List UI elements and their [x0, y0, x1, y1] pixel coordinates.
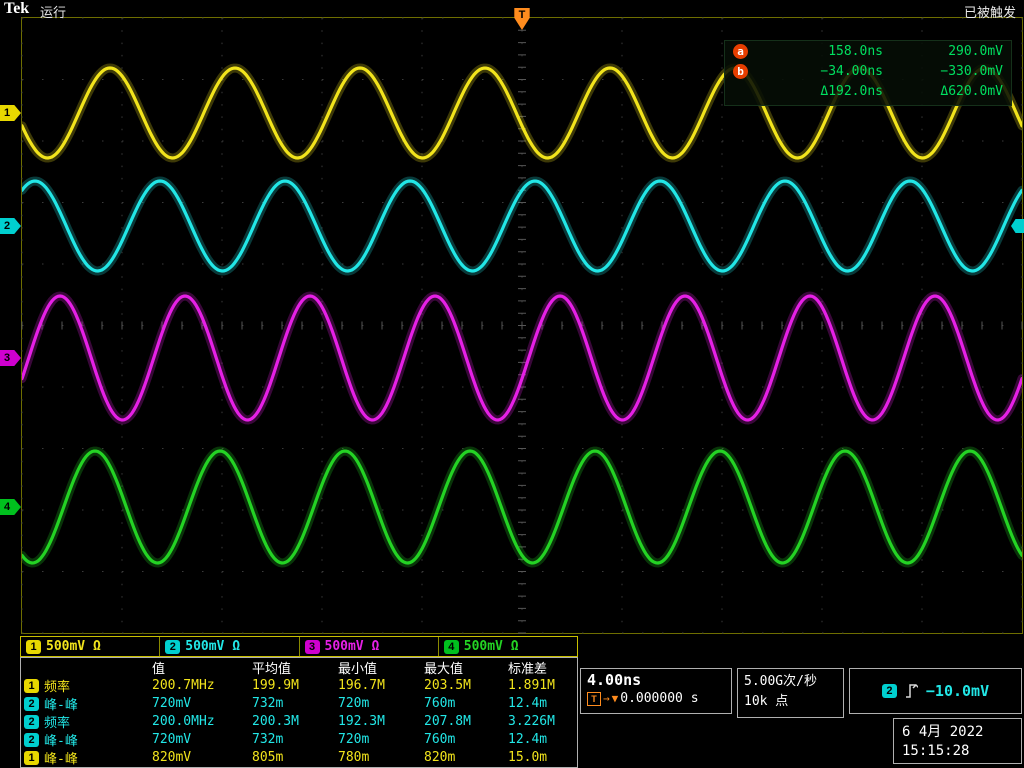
channel-4-scale-readout[interactable]: 4 500mV Ω [439, 637, 577, 656]
tek-logo: Tek [4, 0, 29, 18]
col-max: 最大值 [424, 658, 508, 677]
cursor-delta-time: Δ192.0ns [754, 84, 883, 99]
measurement-value: 720mV [152, 696, 252, 711]
channel-2-badge: 2 [24, 697, 39, 711]
measurement-name: 峰-峰 [44, 694, 78, 713]
measurement-row: 2 频率 200.0MHz200.3M192.3M207.8M3.226M [21, 712, 577, 730]
measurement-min: 196.7M [338, 678, 424, 693]
acquisition-readout[interactable]: 5.00G次/秒 10k 点 [737, 668, 844, 718]
trigger-t-icon: T [587, 692, 601, 706]
trigger-readout[interactable]: 2 −10.0mV [849, 668, 1022, 714]
channel-1-scale-readout[interactable]: 1 500mV Ω [21, 637, 160, 656]
cursor-b-icon: b [733, 64, 748, 79]
col-std: 标准差 [508, 658, 574, 677]
measurement-min: 780m [338, 750, 424, 765]
measurement-std: 12.4m [508, 696, 574, 711]
channel-2-scale-readout[interactable]: 2 500mV Ω [160, 637, 299, 656]
channel-3-badge: 3 [305, 640, 320, 654]
measurement-mean: 732m [252, 732, 338, 747]
measurement-max: 760m [424, 732, 508, 747]
channel-1-scale: 500mV Ω [46, 639, 101, 654]
measurement-min: 720m [338, 696, 424, 711]
cursor-delta-volt: Δ620.0mV [883, 84, 1003, 99]
measurement-max: 820m [424, 750, 508, 765]
measurement-value: 820mV [152, 750, 252, 765]
measurement-mean: 805m [252, 750, 338, 765]
measurement-name: 峰-峰 [44, 730, 78, 749]
channel-1-badge: 1 [24, 751, 39, 765]
trigger-level: −10.0mV [926, 682, 989, 700]
measurement-rows: 1 频率 200.7MHz199.9M196.7M203.5M1.891M 2 峰-峰 7… [21, 676, 577, 766]
triggered-status: 已被触发 [964, 2, 1016, 21]
cursor-readout: a 158.0ns 290.0mV b −34.00ns −330.0mV Δ1… [724, 40, 1012, 106]
channel-1-badge: 1 [24, 679, 39, 693]
channel-4-badge: 4 [444, 640, 459, 654]
measurement-std: 15.0m [508, 750, 574, 765]
measurement-value: 720mV [152, 732, 252, 747]
channel-2-badge: 2 [165, 640, 180, 654]
cursor-b-volt: −330.0mV [883, 64, 1003, 79]
measurement-mean: 199.9M [252, 678, 338, 693]
channel-3-scale-readout[interactable]: 3 500mV Ω [300, 637, 439, 656]
datetime-readout: 6 4月 2022 15:15:28 [893, 718, 1022, 764]
trigger-source-badge: 2 [882, 684, 897, 698]
col-mean: 平均值 [252, 658, 338, 677]
channel-1-badge: 1 [26, 640, 41, 654]
channel-2-scale: 500mV Ω [185, 639, 240, 654]
channel-3-scale: 500mV Ω [325, 639, 380, 654]
down-triangle-icon: ▼ [612, 692, 619, 705]
sample-rate: 5.00G次/秒 [744, 672, 837, 692]
measurement-mean: 200.3M [252, 714, 338, 729]
cursor-a-volt: 290.0mV [883, 44, 1003, 59]
rising-edge-icon [905, 682, 918, 700]
measurement-std: 1.891M [508, 678, 574, 693]
measurement-min: 192.3M [338, 714, 424, 729]
measurement-std: 12.4m [508, 732, 574, 747]
measurement-name: 频率 [44, 676, 70, 695]
measurement-row: 2 峰-峰 720mV732m720m760m12.4m [21, 694, 577, 712]
measurement-table: 值 平均值 最小值 最大值 标准差 1 频率 200.7MHz199.9M196.7… [20, 657, 578, 768]
cursor-a-time: 158.0ns [754, 44, 883, 59]
measurement-row: 2 峰-峰 720mV732m720m760m12.4m [21, 730, 577, 748]
measurement-std: 3.226M [508, 714, 574, 729]
timebase-position: 0.000000 s [620, 691, 698, 706]
timebase-readout[interactable]: 4.00ns T → ▼ 0.000000 s [580, 668, 732, 714]
measurement-max: 760m [424, 696, 508, 711]
channel-4-scale: 500mV Ω [464, 639, 519, 654]
measurement-name: 频率 [44, 712, 70, 731]
measurement-min: 720m [338, 732, 424, 747]
measurement-value: 200.7MHz [152, 678, 252, 693]
oscilloscope-screen: Tek 运行 已被触发 T 1 2 3 4 a 158.0ns 290.0mV b −… [0, 0, 1024, 768]
arrow-icon: → [603, 692, 610, 705]
measurement-row: 1 频率 200.7MHz199.9M196.7M203.5M1.891M [21, 676, 577, 694]
col-value: 值 [152, 658, 252, 677]
measurement-max: 207.8M [424, 714, 508, 729]
cursor-b-time: −34.00ns [754, 64, 883, 79]
measurement-header-row: 值 平均值 最小值 最大值 标准差 [21, 658, 577, 676]
measurement-name: 峰-峰 [44, 748, 78, 767]
cursor-a-row: a 158.0ns 290.0mV [725, 41, 1011, 61]
cursor-delta-row: Δ192.0ns Δ620.0mV [725, 81, 1011, 101]
measurement-mean: 732m [252, 696, 338, 711]
timebase-scale: 4.00ns [587, 671, 725, 689]
measurement-max: 203.5M [424, 678, 508, 693]
timebase-position-row: T → ▼ 0.000000 s [587, 691, 725, 706]
cursor-b-row: b −34.00ns −330.0mV [725, 61, 1011, 81]
date-text: 6 4月 2022 [902, 723, 1013, 742]
run-status: 运行 [40, 2, 66, 21]
channel-2-badge: 2 [24, 733, 39, 747]
measurement-value: 200.0MHz [152, 714, 252, 729]
col-min: 最小值 [338, 658, 424, 677]
channel-2-badge: 2 [24, 715, 39, 729]
time-text: 15:15:28 [902, 742, 1013, 761]
measurement-row: 1 峰-峰 820mV805m780m820m15.0m [21, 748, 577, 766]
channel-readout-bar: 1 500mV Ω 2 500mV Ω 3 500mV Ω 4 500mV Ω [20, 636, 578, 657]
cursor-a-icon: a [733, 44, 748, 59]
record-length: 10k 点 [744, 692, 837, 712]
